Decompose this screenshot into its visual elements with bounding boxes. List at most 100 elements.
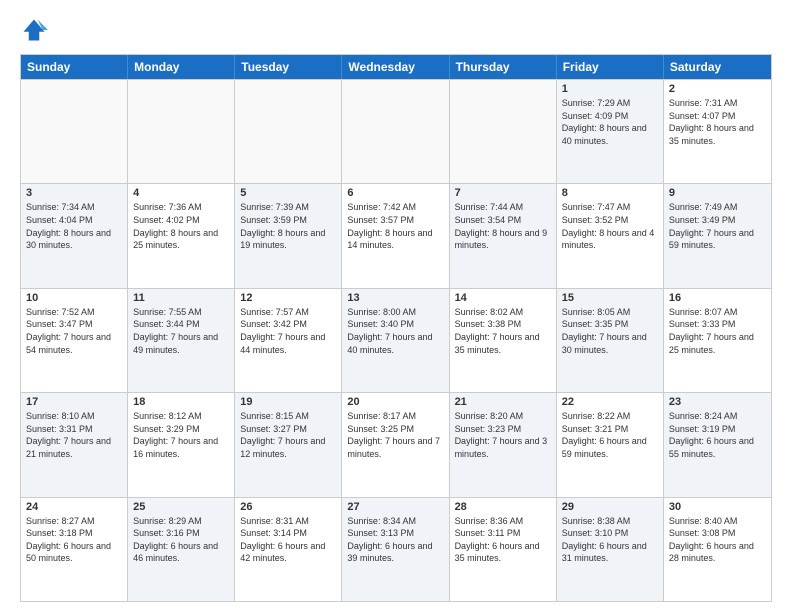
cell-info: Sunrise: 8:10 AM Sunset: 3:31 PM Dayligh…	[26, 410, 122, 460]
cal-cell: 21Sunrise: 8:20 AM Sunset: 3:23 PM Dayli…	[450, 393, 557, 496]
header-day-monday: Monday	[128, 55, 235, 79]
cal-cell: 1 Sunrise: 7:29 AM Sunset: 4:09 PM Daylig…	[557, 80, 664, 183]
calendar: SundayMondayTuesdayWednesdayThursdayFrid…	[20, 54, 772, 602]
cal-cell: 17 Sunrise: 8:10 AM Sunset: 3:31 PM Dayli…	[21, 393, 128, 496]
cell-info: Sunrise: 7:44 AM Sunset: 3:54 PM Dayligh…	[455, 201, 551, 251]
header-day-friday: Friday	[557, 55, 664, 79]
day-number: 9	[669, 187, 766, 199]
day-number: 27	[347, 501, 443, 513]
header-day-wednesday: Wednesday	[342, 55, 449, 79]
cal-row-3: 17 Sunrise: 8:10 AM Sunset: 3:31 PM Dayli…	[21, 392, 771, 496]
cal-cell	[450, 80, 557, 183]
cell-info: Sunrise: 8:40 AM Sunset: 3:08 PM Dayligh…	[669, 515, 766, 565]
cal-cell: 16Sunrise: 8:07 AM Sunset: 3:33 PM Dayli…	[664, 289, 771, 392]
cell-info: Sunrise: 8:24 AM Sunset: 3:19 PM Dayligh…	[669, 410, 766, 460]
cal-cell: 27 Sunrise: 8:34 AM Sunset: 3:13 PM Dayli…	[342, 498, 449, 601]
cal-cell: 9 Sunrise: 7:49 AM Sunset: 3:49 PM Daylig…	[664, 184, 771, 287]
day-number: 11	[133, 292, 229, 304]
cal-cell: 8Sunrise: 7:47 AM Sunset: 3:52 PM Daylig…	[557, 184, 664, 287]
cell-info: Sunrise: 8:12 AM Sunset: 3:29 PM Dayligh…	[133, 410, 229, 460]
day-number: 2	[669, 83, 766, 95]
cell-info: Sunrise: 7:31 AM Sunset: 4:07 PM Dayligh…	[669, 97, 766, 147]
cal-cell: 12 Sunrise: 7:57 AM Sunset: 3:42 PM Dayli…	[235, 289, 342, 392]
cell-info: Sunrise: 8:00 AM Sunset: 3:40 PM Dayligh…	[347, 306, 443, 356]
cell-info: Sunrise: 8:29 AM Sunset: 3:16 PM Dayligh…	[133, 515, 229, 565]
day-number: 18	[133, 396, 229, 408]
calendar-header: SundayMondayTuesdayWednesdayThursdayFrid…	[21, 55, 771, 79]
cal-cell: 4 Sunrise: 7:36 AM Sunset: 4:02 PM Daylig…	[128, 184, 235, 287]
cal-cell: 23 Sunrise: 8:24 AM Sunset: 3:19 PM Dayli…	[664, 393, 771, 496]
cal-cell: 3 Sunrise: 7:34 AM Sunset: 4:04 PM Daylig…	[21, 184, 128, 287]
day-number: 23	[669, 396, 766, 408]
logo-icon	[20, 16, 48, 44]
day-number: 15	[562, 292, 658, 304]
day-number: 19	[240, 396, 336, 408]
cell-info: Sunrise: 8:15 AM Sunset: 3:27 PM Dayligh…	[240, 410, 336, 460]
cal-cell: 29 Sunrise: 8:38 AM Sunset: 3:10 PM Dayli…	[557, 498, 664, 601]
day-number: 24	[26, 501, 122, 513]
cal-cell	[21, 80, 128, 183]
day-number: 25	[133, 501, 229, 513]
day-number: 3	[26, 187, 122, 199]
cal-cell: 6 Sunrise: 7:42 AM Sunset: 3:57 PM Daylig…	[342, 184, 449, 287]
cal-cell: 20 Sunrise: 8:17 AM Sunset: 3:25 PM Dayli…	[342, 393, 449, 496]
day-number: 12	[240, 292, 336, 304]
cell-info: Sunrise: 8:38 AM Sunset: 3:10 PM Dayligh…	[562, 515, 658, 565]
day-number: 10	[26, 292, 122, 304]
cal-cell: 19 Sunrise: 8:15 AM Sunset: 3:27 PM Dayli…	[235, 393, 342, 496]
cal-row-4: 24Sunrise: 8:27 AM Sunset: 3:18 PM Dayli…	[21, 497, 771, 601]
cell-info: Sunrise: 7:39 AM Sunset: 3:59 PM Dayligh…	[240, 201, 336, 251]
cal-cell: 18 Sunrise: 8:12 AM Sunset: 3:29 PM Dayli…	[128, 393, 235, 496]
day-number: 26	[240, 501, 336, 513]
cell-info: Sunrise: 8:31 AM Sunset: 3:14 PM Dayligh…	[240, 515, 336, 565]
cal-cell: 28Sunrise: 8:36 AM Sunset: 3:11 PM Dayli…	[450, 498, 557, 601]
cell-info: Sunrise: 7:36 AM Sunset: 4:02 PM Dayligh…	[133, 201, 229, 251]
logo	[20, 16, 52, 44]
cal-cell: 22 Sunrise: 8:22 AM Sunset: 3:21 PM Dayli…	[557, 393, 664, 496]
cell-info: Sunrise: 8:02 AM Sunset: 3:38 PM Dayligh…	[455, 306, 551, 356]
cell-info: Sunrise: 7:47 AM Sunset: 3:52 PM Dayligh…	[562, 201, 658, 251]
cell-info: Sunrise: 7:57 AM Sunset: 3:42 PM Dayligh…	[240, 306, 336, 356]
cal-row-2: 10 Sunrise: 7:52 AM Sunset: 3:47 PM Dayli…	[21, 288, 771, 392]
cell-info: Sunrise: 7:52 AM Sunset: 3:47 PM Dayligh…	[26, 306, 122, 356]
day-number: 22	[562, 396, 658, 408]
cell-info: Sunrise: 8:07 AM Sunset: 3:33 PM Dayligh…	[669, 306, 766, 356]
cell-info: Sunrise: 8:20 AM Sunset: 3:23 PM Dayligh…	[455, 410, 551, 460]
cell-info: Sunrise: 8:17 AM Sunset: 3:25 PM Dayligh…	[347, 410, 443, 460]
cal-row-1: 3 Sunrise: 7:34 AM Sunset: 4:04 PM Daylig…	[21, 183, 771, 287]
cell-info: Sunrise: 7:49 AM Sunset: 3:49 PM Dayligh…	[669, 201, 766, 251]
cell-info: Sunrise: 8:22 AM Sunset: 3:21 PM Dayligh…	[562, 410, 658, 460]
header-day-saturday: Saturday	[664, 55, 771, 79]
header-day-thursday: Thursday	[450, 55, 557, 79]
cal-cell: 25 Sunrise: 8:29 AM Sunset: 3:16 PM Dayli…	[128, 498, 235, 601]
cal-cell	[342, 80, 449, 183]
cal-cell: 10 Sunrise: 7:52 AM Sunset: 3:47 PM Dayli…	[21, 289, 128, 392]
page: SundayMondayTuesdayWednesdayThursdayFrid…	[0, 0, 792, 612]
day-number: 29	[562, 501, 658, 513]
cal-cell: 30Sunrise: 8:40 AM Sunset: 3:08 PM Dayli…	[664, 498, 771, 601]
cell-info: Sunrise: 7:29 AM Sunset: 4:09 PM Dayligh…	[562, 97, 658, 147]
day-number: 20	[347, 396, 443, 408]
day-number: 1	[562, 83, 658, 95]
day-number: 5	[240, 187, 336, 199]
cal-cell	[235, 80, 342, 183]
cell-info: Sunrise: 7:34 AM Sunset: 4:04 PM Dayligh…	[26, 201, 122, 251]
cal-cell	[128, 80, 235, 183]
cal-cell: 7Sunrise: 7:44 AM Sunset: 3:54 PM Daylig…	[450, 184, 557, 287]
day-number: 4	[133, 187, 229, 199]
cell-info: Sunrise: 8:36 AM Sunset: 3:11 PM Dayligh…	[455, 515, 551, 565]
cal-cell: 13Sunrise: 8:00 AM Sunset: 3:40 PM Dayli…	[342, 289, 449, 392]
cal-cell: 2 Sunrise: 7:31 AM Sunset: 4:07 PM Daylig…	[664, 80, 771, 183]
cell-info: Sunrise: 7:42 AM Sunset: 3:57 PM Dayligh…	[347, 201, 443, 251]
cal-cell: 24Sunrise: 8:27 AM Sunset: 3:18 PM Dayli…	[21, 498, 128, 601]
day-number: 6	[347, 187, 443, 199]
calendar-body: 1 Sunrise: 7:29 AM Sunset: 4:09 PM Daylig…	[21, 79, 771, 601]
day-number: 17	[26, 396, 122, 408]
cell-info: Sunrise: 8:34 AM Sunset: 3:13 PM Dayligh…	[347, 515, 443, 565]
header	[20, 16, 772, 44]
header-day-tuesday: Tuesday	[235, 55, 342, 79]
day-number: 14	[455, 292, 551, 304]
cal-cell: 15 Sunrise: 8:05 AM Sunset: 3:35 PM Dayli…	[557, 289, 664, 392]
cell-info: Sunrise: 8:05 AM Sunset: 3:35 PM Dayligh…	[562, 306, 658, 356]
cal-cell: 14 Sunrise: 8:02 AM Sunset: 3:38 PM Dayli…	[450, 289, 557, 392]
